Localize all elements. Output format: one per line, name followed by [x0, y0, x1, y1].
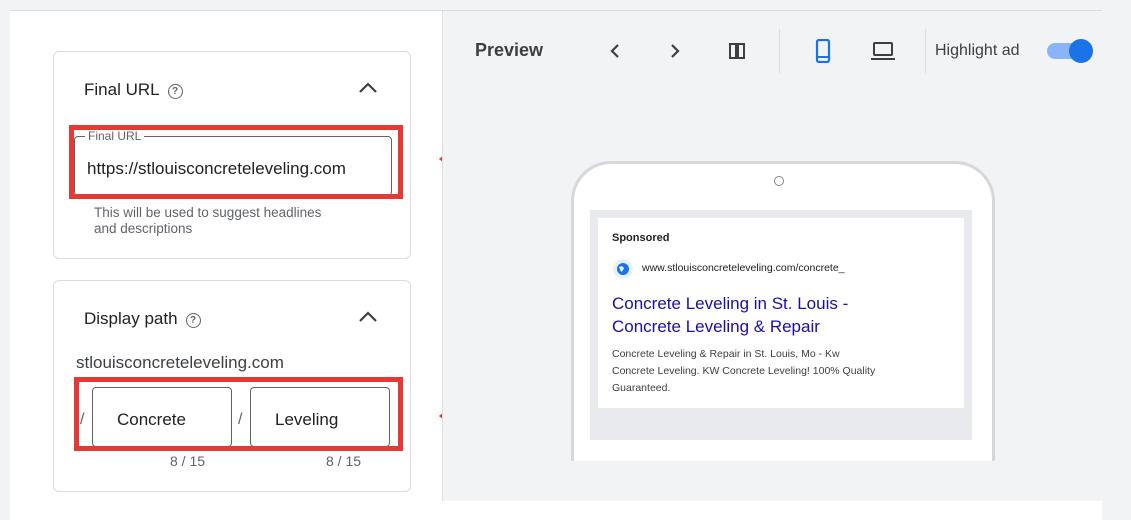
final-url-highlight-box	[69, 125, 403, 199]
ad-description: Concrete Leveling & Repair in St. Louis,…	[612, 346, 952, 397]
phone-screen: Sponsored www.stlouisconcreteleveling.co…	[590, 210, 972, 440]
final-url-title: Final URL	[84, 80, 160, 99]
preview-panel: Preview Highlight ad Sponsored www.stlou…	[442, 11, 1103, 501]
final-url-helper-line2: and descriptions	[94, 221, 193, 236]
highlight-ad-label: Highlight ad	[935, 42, 1020, 59]
ad-preview-card: Sponsored www.stlouisconcreteleveling.co…	[598, 218, 964, 408]
ad-desc-line3: Guaranteed.	[612, 382, 671, 394]
ad-sponsored-label: Sponsored	[612, 232, 670, 244]
toolbar-divider	[925, 29, 926, 73]
settings-column: Final URL? Final URL https://stlouisconc…	[10, 11, 442, 520]
path2-counter: 8 / 15	[326, 453, 362, 469]
globe-icon	[613, 259, 633, 279]
ad-editor-frame: Final URL? Final URL https://stlouisconc…	[10, 10, 1103, 520]
display-path-highlight-box	[74, 377, 403, 451]
final-url-title-row: Final URL?	[84, 80, 183, 100]
ad-display-url[interactable]: www.stlouisconcreteleveling.com/concrete…	[642, 262, 845, 274]
laptop-icon[interactable]	[870, 41, 896, 61]
preview-label: Preview	[475, 40, 544, 60]
display-path-title: Display path	[84, 309, 178, 328]
final-url-helper-text: This will be used to suggest headlines a…	[94, 205, 321, 237]
chevron-up-icon[interactable]	[358, 309, 378, 323]
final-url-helper-line1: This will be used to suggest headlines	[94, 205, 322, 220]
toggle-knob	[1069, 39, 1093, 63]
ad-headline[interactable]: Concrete Leveling in St. Louis - Concret…	[612, 292, 952, 338]
highlight-ad-toggle[interactable]	[1047, 39, 1093, 63]
path1-counter: 8 / 15	[170, 453, 206, 469]
chevron-right-icon[interactable]	[668, 43, 682, 59]
help-circle-icon[interactable]: ?	[167, 84, 183, 99]
mobile-icon[interactable]	[815, 39, 831, 63]
chevron-left-icon[interactable]	[608, 43, 622, 59]
ad-desc-line1: Concrete Leveling & Repair in St. Louis,…	[612, 348, 840, 360]
ad-headline-line2[interactable]: Concrete Leveling & Repair	[612, 315, 952, 338]
help-circle-icon[interactable]: ?	[185, 313, 201, 328]
columns-icon[interactable]	[728, 42, 746, 60]
ad-headline-line1[interactable]: Concrete Leveling in St. Louis -	[612, 292, 952, 315]
display-path-title-row: Display path?	[84, 309, 201, 329]
display-path-domain: stlouisconcreteleveling.com	[76, 353, 284, 372]
phone-camera	[774, 176, 784, 186]
phone-mockup: Sponsored www.stlouisconcreteleveling.co…	[571, 161, 995, 461]
toolbar-divider	[779, 29, 780, 73]
ad-desc-line2: Concrete Leveling. KW Concrete Leveling!…	[612, 365, 876, 377]
chevron-up-icon[interactable]	[358, 80, 378, 94]
